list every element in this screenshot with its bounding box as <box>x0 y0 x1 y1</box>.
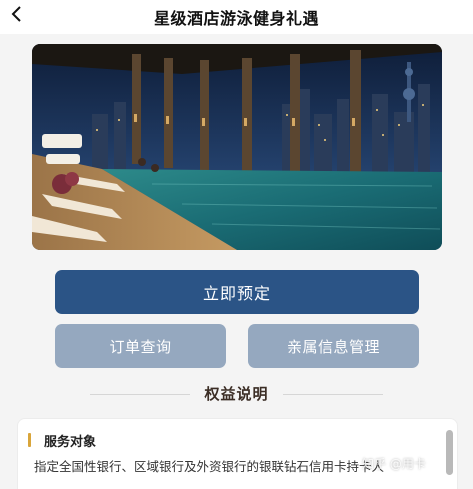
page-title: 星级酒店游泳健身礼遇 <box>153 9 319 28</box>
section-heading: 权益说明 <box>0 383 473 405</box>
scrollbar-thumb[interactable] <box>446 430 453 475</box>
title-marker <box>28 433 31 447</box>
card-title: 服务对象 <box>44 435 97 450</box>
book-now-button[interactable]: 立即预定 <box>55 270 419 314</box>
order-query-button[interactable]: 订单查询 <box>55 324 226 368</box>
watermark: 知乎 @用卡 <box>362 457 426 471</box>
family-info-button[interactable]: 亲属信息管理 <box>248 324 419 368</box>
divider-right <box>283 394 383 395</box>
top-bar: 星级酒店游泳健身礼遇 <box>0 0 473 34</box>
page: 星级酒店游泳健身礼遇 立即预定 订单查询 亲属信息管理 权益说明 服务对象 指定… <box>0 0 473 489</box>
section-title: 权益说明 <box>204 385 269 403</box>
benefit-card: 服务对象 指定全国性银行、区域银行及外资银行的银联钻石信用卡持卡人 <box>17 418 458 489</box>
hero-image <box>32 44 442 250</box>
